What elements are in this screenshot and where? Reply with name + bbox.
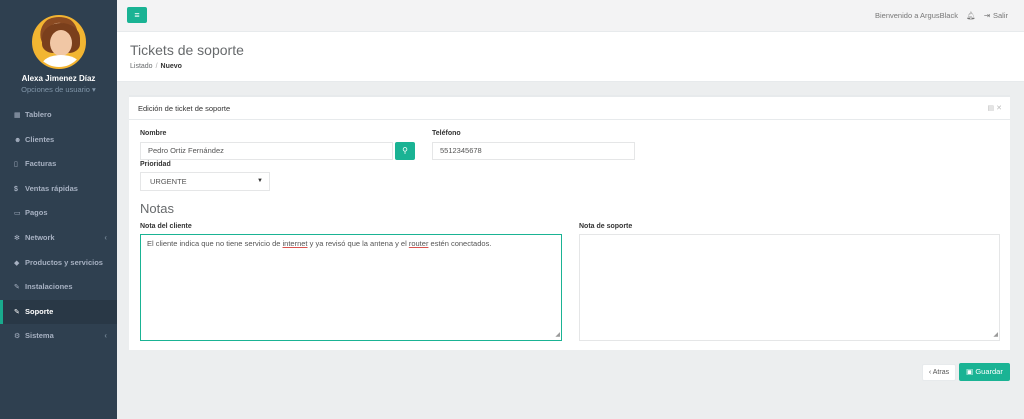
sidebar: Alexa Jimenez Díaz Opciones de usuario ▾… (0, 0, 117, 419)
breadcrumb-listado[interactable]: Listado (130, 63, 153, 70)
file-icon: ▯ (14, 161, 18, 169)
panel-title: Edición de ticket de soporte (138, 104, 231, 113)
hamburger-icon: ≡ (134, 10, 140, 20)
save-icon[interactable]: ▤ (988, 105, 995, 112)
sidebar-item-clientes[interactable]: ☻ Clientes (0, 128, 117, 153)
search-icon: ⚲ (402, 146, 408, 155)
prioridad-label: Prioridad (140, 161, 171, 168)
page-title: Tickets de soporte (130, 42, 244, 58)
caret-down-icon: ▼ (257, 178, 263, 184)
breadcrumb-separator: / (155, 63, 158, 70)
sidebar-item-soporte[interactable]: ✎ Soporte (0, 299, 117, 325)
nota-soporte-textarea[interactable]: ◢ (579, 234, 1000, 341)
chevron-left-icon: ‹ (104, 331, 107, 341)
nota-cliente-label: Nota del cliente (140, 223, 192, 230)
telefono-label: Teléfono (432, 130, 461, 137)
users-icon: ☻ (14, 136, 22, 144)
money-icon: ▭ (14, 210, 21, 218)
welcome-text: Bienvenido a ArgusBlack (875, 11, 958, 20)
logout-link[interactable]: Salir (993, 11, 1008, 20)
avatar[interactable] (31, 15, 86, 69)
floppy-icon: ▣ (966, 367, 976, 376)
prioridad-value: URGENTE (150, 177, 187, 186)
nota-cliente-textarea[interactable]: El cliente indica que no tiene servicio … (140, 234, 562, 341)
cogs-icon: ⚙ (14, 333, 21, 341)
menu-toggle-button[interactable]: ≡ (127, 7, 147, 23)
sign-out-icon[interactable]: ⇥ (984, 11, 990, 20)
notas-heading: Notas (140, 201, 174, 216)
resize-grip-icon[interactable]: ◢ (555, 330, 560, 340)
dollar-icon: $ (14, 185, 18, 193)
sidebar-item-productos[interactable]: ◆ Productos y servicios (0, 251, 117, 276)
sidebar-item-facturas[interactable]: ▯ Facturas (0, 152, 117, 177)
dashboard-icon: ▦ (14, 112, 21, 119)
search-client-button[interactable]: ⚲ (395, 142, 415, 160)
sidebar-item-tablero[interactable]: ▦ Tablero (0, 103, 117, 128)
tag-icon: ◆ (14, 259, 20, 267)
save-button[interactable]: ▣ Guardar (959, 363, 1010, 381)
profile-block: Alexa Jimenez Díaz Opciones de usuario ▾ (0, 0, 117, 103)
wrench-icon: ✎ (14, 308, 20, 316)
telefono-input[interactable]: 5512345678 (432, 142, 635, 160)
sidebar-item-instalaciones[interactable]: ✎ Instalaciones (0, 275, 117, 300)
panel-header: Edición de ticket de soporte ▤ ✕ (129, 97, 1010, 120)
page-heading: Tickets de soporte Listado / Nuevo (117, 32, 1024, 82)
ticket-panel: Edición de ticket de soporte ▤ ✕ Nombre … (129, 95, 1010, 350)
nota-soporte-label: Nota de soporte (579, 223, 633, 230)
topbar: ≡ Bienvenido a ArgusBlack 🔔︎ ⇥ Salir (117, 0, 1024, 32)
user-options-dropdown[interactable]: Opciones de usuario ▾ (0, 85, 117, 94)
wrench-icon: ✎ (14, 284, 20, 292)
nombre-label: Nombre (140, 130, 167, 137)
sidebar-item-ventas-rapidas[interactable]: $ Ventas rápidas (0, 177, 117, 202)
back-button[interactable]: ‹ Atras (922, 364, 956, 381)
prioridad-select[interactable]: URGENTE ▼ (140, 172, 270, 191)
close-icon[interactable]: ✕ (996, 105, 1002, 112)
sidebar-item-sistema[interactable]: ⚙ Sistema ‹ (0, 324, 117, 349)
sitemap-icon: ✻ (14, 234, 20, 242)
breadcrumb-current: Nuevo (160, 63, 182, 70)
resize-grip-icon[interactable]: ◢ (993, 330, 998, 340)
sidebar-item-network[interactable]: ✻ Network ‹ (0, 226, 117, 251)
breadcrumb: Listado / Nuevo (130, 63, 182, 70)
sidebar-item-pagos[interactable]: ▭ Pagos (0, 201, 117, 226)
panel-tools: ▤ ✕ (988, 104, 1002, 112)
sidebar-nav: ▦ Tablero ☻ Clientes ▯ Facturas $ Ventas ráp… (0, 103, 117, 349)
chevron-left-icon: ‹ (104, 232, 107, 242)
nombre-input[interactable]: Pedro Ortiz Fernández (140, 142, 393, 160)
bell-icon[interactable]: 🔔︎ (966, 11, 976, 20)
user-name: Alexa Jimenez Díaz (21, 74, 96, 83)
topbar-right: Bienvenido a ArgusBlack 🔔︎ ⇥ Salir (869, 11, 1008, 20)
